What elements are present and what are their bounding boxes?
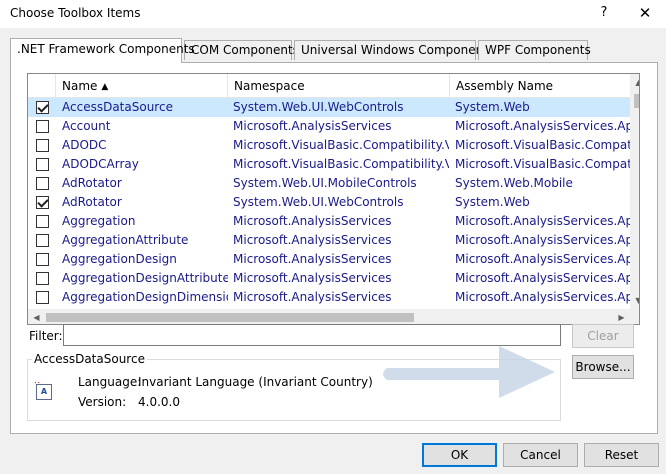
tab-universal-windows[interactable]: Universal Windows Components [294, 40, 494, 60]
row-name-cell: ADODC [62, 138, 107, 152]
details-group: AccessDataSource ⋅⋅ A Language: Invarian… [27, 352, 561, 421]
header-check-column [28, 74, 56, 98]
row-namespace-cell: Microsoft.VisualBasic.Compatibility.VB6 [233, 138, 449, 152]
row-namespace-cell: Microsoft.AnalysisServices [233, 252, 392, 266]
row-name-cell: ADODCArray [62, 157, 139, 171]
row-assembly-cell: Microsoft.AnalysisServices.AppLo [455, 290, 630, 304]
cancel-button[interactable]: Cancel [503, 443, 578, 467]
row-namespace-cell: Microsoft.AnalysisServices [233, 233, 392, 247]
row-namespace-cell: Microsoft.AnalysisServices [233, 271, 392, 285]
table-row[interactable]: ADODC Microsoft.VisualBasic.Compatibility… [28, 136, 630, 155]
tab-wpf[interactable]: WPF Components [478, 40, 591, 60]
row-assembly-cell: System.Web [455, 100, 530, 114]
row-namespace-cell: System.Web.UI.MobileControls [233, 176, 417, 190]
row-checkbox[interactable] [36, 120, 49, 133]
row-namespace-cell: Microsoft.VisualBasic.Compatibility.VB6 [233, 157, 449, 171]
scroll-left-icon[interactable]: ◀ [28, 309, 45, 324]
row-checkbox[interactable] [36, 177, 49, 190]
row-checkbox[interactable] [36, 234, 49, 247]
row-namespace-cell: Microsoft.AnalysisServices [233, 290, 392, 304]
scroll-right-icon[interactable]: ▶ [613, 309, 630, 324]
column-header-name[interactable]: Name ▲ [56, 74, 228, 98]
filter-input[interactable] [63, 324, 561, 346]
row-checkbox[interactable] [36, 196, 49, 209]
column-namespace-label: Namespace [234, 79, 305, 93]
component-icon: A [36, 384, 52, 400]
help-button[interactable]: ? [592, 2, 616, 24]
table-row[interactable]: AdRotator System.Web.UI.WebControls System… [28, 193, 630, 212]
column-header-namespace[interactable]: Namespace [228, 74, 450, 98]
table-row[interactable]: AggregationDesignAttribute Microsoft.Anal… [28, 269, 630, 288]
row-name-cell: AccessDataSource [62, 100, 173, 114]
tab-net-framework[interactable]: .NET Framework Components [10, 38, 195, 63]
sort-ascending-icon: ▲ [101, 82, 109, 92]
column-header-assembly[interactable]: Assembly Name [450, 74, 630, 98]
row-namespace-cell: System.Web.UI.WebControls [233, 100, 404, 114]
row-assembly-cell: Microsoft.AnalysisServices.AppLo [455, 252, 630, 266]
horizontal-scrollbar[interactable]: ◀ ▶ [28, 309, 630, 324]
scroll-down-icon[interactable]: ▼ [630, 292, 639, 309]
row-assembly-cell: Microsoft.VisualBasic.Compatibil [455, 157, 630, 171]
version-value: 4.0.0.0 [138, 395, 180, 409]
filter-label: Filter: [29, 329, 63, 343]
version-label: Version: [78, 395, 127, 409]
title-bar: Choose Toolbox Items ? ✕ [0, 0, 666, 28]
table-row[interactable]: AggregationDesign Microsoft.AnalysisServi… [28, 250, 630, 269]
column-name-label: Name [62, 79, 98, 93]
row-checkbox[interactable] [36, 101, 49, 114]
row-name-cell: AdRotator [62, 176, 122, 190]
row-checkbox[interactable] [36, 272, 49, 285]
window-title: Choose Toolbox Items [10, 6, 141, 20]
row-checkbox[interactable] [36, 253, 49, 266]
row-name-cell: AggregationDesignDimension [62, 290, 228, 304]
row-checkbox[interactable] [36, 158, 49, 171]
components-list[interactable]: Name ▲ Namespace Assembly Name AccessData… [27, 73, 640, 325]
ok-button[interactable]: OK [422, 443, 497, 467]
table-row[interactable]: AccessDataSource System.Web.UI.WebControl… [28, 98, 630, 117]
table-row[interactable]: AggregationAttribute Microsoft.AnalysisSe… [28, 231, 630, 250]
scroll-up-icon[interactable]: ▲ [630, 74, 639, 91]
row-assembly-cell: Microsoft.AnalysisServices.AppLo [455, 233, 630, 247]
scrollbar-corner [630, 309, 639, 324]
row-checkbox[interactable] [36, 291, 49, 304]
close-button[interactable]: ✕ [630, 2, 660, 24]
table-row[interactable]: ADODCArray Microsoft.VisualBasic.Compatib… [28, 155, 630, 174]
table-row[interactable]: AggregationDesignDimension Microsoft.Anal… [28, 288, 630, 307]
row-name-cell: Aggregation [62, 214, 136, 228]
browse-button[interactable]: Browse... [572, 355, 634, 379]
row-name-cell: AggregationDesignAttribute [62, 271, 228, 285]
row-namespace-cell: Microsoft.AnalysisServices [233, 214, 392, 228]
table-row[interactable]: Account Microsoft.AnalysisServices Microso… [28, 117, 630, 136]
row-name-cell: AdRotator [62, 195, 122, 209]
table-row[interactable]: Aggregation Microsoft.AnalysisServices Mic… [28, 212, 630, 231]
column-assembly-label: Assembly Name [456, 79, 554, 93]
row-assembly-cell: Microsoft.AnalysisServices.AppLo [455, 119, 630, 133]
horizontal-scroll-thumb[interactable] [46, 313, 414, 322]
clear-button[interactable]: Clear [572, 324, 634, 348]
list-rows: AccessDataSource System.Web.UI.WebControl… [28, 98, 630, 311]
row-checkbox[interactable] [36, 215, 49, 228]
vertical-scroll-thumb[interactable] [634, 94, 639, 108]
row-name-cell: AggregationDesign [62, 252, 177, 266]
reset-button[interactable]: Reset [584, 443, 659, 467]
table-row[interactable]: AdRotator System.Web.UI.MobileControls Sys… [28, 174, 630, 193]
row-assembly-cell: Microsoft.AnalysisServices.AppLo [455, 271, 630, 285]
details-group-title: AccessDataSource [32, 352, 147, 366]
language-value: Invariant Language (Invariant Country) [138, 375, 373, 389]
row-assembly-cell: Microsoft.VisualBasic.Compatibil [455, 138, 630, 152]
row-assembly-cell: System.Web.Mobile [455, 176, 573, 190]
row-checkbox[interactable] [36, 139, 49, 152]
row-assembly-cell: System.Web [455, 195, 530, 209]
row-name-cell: Account [62, 119, 111, 133]
row-namespace-cell: System.Web.UI.WebControls [233, 195, 404, 209]
list-header: Name ▲ Namespace Assembly Name [28, 74, 630, 98]
row-name-cell: AggregationAttribute [62, 233, 189, 247]
language-label: Language: [78, 375, 142, 389]
row-assembly-cell: Microsoft.AnalysisServices.AppLo [455, 214, 630, 228]
tab-com[interactable]: COM Components [184, 40, 299, 60]
vertical-scrollbar[interactable]: ▲ ▼ [630, 74, 639, 309]
row-namespace-cell: Microsoft.AnalysisServices [233, 119, 392, 133]
tab-panel: Name ▲ Namespace Assembly Name AccessData… [10, 62, 658, 434]
